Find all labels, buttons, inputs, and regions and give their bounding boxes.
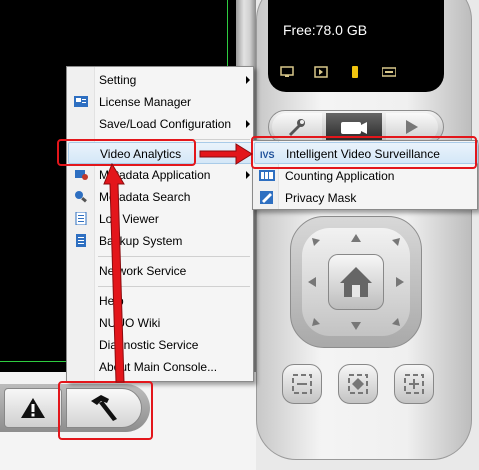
- pan-up-arrow[interactable]: [351, 234, 361, 242]
- monitor-icon[interactable]: [280, 66, 294, 78]
- submenu-item-privacy-mask[interactable]: Privacy Mask: [254, 187, 478, 209]
- zoom-fit-button[interactable]: [338, 364, 378, 404]
- log-viewer-icon: [75, 212, 87, 225]
- pan-up-right-arrow[interactable]: [392, 238, 400, 246]
- play-icon: [406, 120, 418, 134]
- submenu-arrow-icon: [246, 171, 250, 179]
- warning-icon: [21, 398, 45, 418]
- menu-item-metadata-search[interactable]: Metadata Search: [68, 186, 254, 208]
- license-icon: [74, 96, 88, 107]
- menu-item-setting[interactable]: Setting: [68, 69, 254, 91]
- wrench-icon: [289, 119, 305, 136]
- pan-down-arrow[interactable]: [351, 322, 361, 330]
- speaker-icon[interactable]: [314, 66, 328, 78]
- submenu-arrow-icon: [245, 150, 249, 158]
- counting-icon: [259, 170, 275, 181]
- menu-item-log-viewer[interactable]: Log Viewer: [68, 208, 254, 230]
- pan-left-arrow[interactable]: [308, 277, 316, 287]
- keyboard-icon[interactable]: [382, 66, 396, 78]
- menu-item-backup-system[interactable]: Backup System: [68, 230, 254, 252]
- free-space-label: Free:78.0 GB: [283, 22, 368, 38]
- status-screen: [268, 0, 444, 92]
- menu-item-network-service[interactable]: Network Service: [68, 260, 254, 282]
- alert-button[interactable]: [4, 388, 62, 428]
- zoom-in-icon: [404, 374, 424, 394]
- privacy-mask-icon: [260, 191, 273, 204]
- target-icon: [348, 374, 368, 394]
- menu-item-help[interactable]: Help: [68, 290, 254, 312]
- ptz-home-button[interactable]: [328, 254, 384, 310]
- backup-icon: [76, 234, 86, 247]
- tools-context-menu: Setting License Manager Save/Load Config…: [66, 66, 254, 382]
- zoom-out-icon: [292, 374, 312, 394]
- metadata-app-icon: [75, 170, 88, 180]
- menu-item-nuuo-wiki[interactable]: NUUO Wiki: [68, 312, 254, 334]
- submenu-arrow-icon: [246, 76, 250, 84]
- home-icon: [340, 267, 372, 297]
- annotation-box-ivs: [251, 136, 477, 169]
- pan-up-left-arrow[interactable]: [312, 238, 320, 246]
- pan-down-right-arrow[interactable]: [392, 318, 400, 326]
- camera-icon: [341, 122, 367, 134]
- menu-item-save-load-config[interactable]: Save/Load Configuration: [68, 113, 254, 135]
- phone-icon[interactable]: [348, 66, 362, 78]
- zoom-in-button[interactable]: [394, 364, 434, 404]
- metadata-search-icon: [75, 191, 87, 203]
- submenu-arrow-icon: [246, 120, 250, 128]
- menu-item-metadata-application[interactable]: Metadata Application: [68, 164, 254, 186]
- zoom-out-button[interactable]: [282, 364, 322, 404]
- pan-right-arrow[interactable]: [396, 277, 404, 287]
- menu-item-diagnostic-service[interactable]: Diagnostic Service: [68, 334, 254, 356]
- menu-item-about[interactable]: About Main Console...: [68, 356, 254, 378]
- menu-item-license-manager[interactable]: License Manager: [68, 91, 254, 113]
- pan-down-left-arrow[interactable]: [312, 318, 320, 326]
- annotation-box-video-analytics: [57, 139, 196, 166]
- annotation-box-tools-button: [58, 381, 153, 440]
